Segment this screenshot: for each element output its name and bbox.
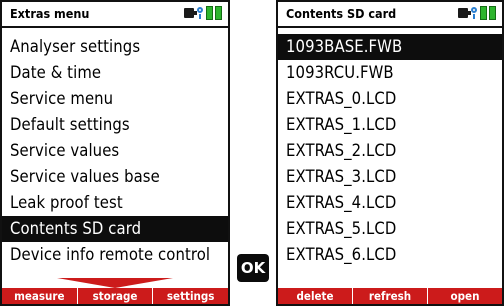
menu-list: Analyser settings Date & time Service me… [2,34,228,268]
battery-icon [215,6,222,20]
file-item-extras-5[interactable]: EXTRAS_5.LCD [278,216,502,242]
title-bar: Contents SD card [278,2,502,28]
file-item-extras-4[interactable]: EXTRAS_4.LCD [278,190,502,216]
status-icons [184,6,222,20]
softkey-measure[interactable]: measure [2,288,77,304]
ok-key[interactable]: OK [237,254,269,282]
softkey-delete[interactable]: delete [278,288,352,304]
softkey-refresh[interactable]: refresh [352,288,427,304]
menu-item-service-menu[interactable]: Service menu [2,86,228,112]
menu-item-service-values[interactable]: Service values [2,138,228,164]
softkey-notch [57,278,173,288]
power-plug-icon [184,8,197,18]
softkey-settings[interactable]: settings [152,288,228,304]
menu-item-default-settings[interactable]: Default settings [2,112,228,138]
file-item-1093base-fwb[interactable]: 1093BASE.FWB [278,34,502,60]
power-plug-icon [458,8,471,18]
title-bar: Extras menu [2,2,228,28]
status-icons [458,6,496,20]
menu-item-device-info-remote-control[interactable]: Device info remote control [2,242,228,268]
menu-item-contents-sd-card[interactable]: Contents SD card [2,216,228,242]
extras-menu-screen: Extras menu Analyser settings Date & tim… [0,0,230,306]
file-item-extras-3[interactable]: EXTRAS_3.LCD [278,164,502,190]
file-item-extras-0[interactable]: EXTRAS_0.LCD [278,86,502,112]
screen-title: Extras menu [10,6,90,21]
file-list: 1093BASE.FWB 1093RCU.FWB EXTRAS_0.LCD EX… [278,34,502,268]
menu-item-analyser-settings[interactable]: Analyser settings [2,34,228,60]
softkey-open[interactable]: open [427,288,502,304]
softkey-storage[interactable]: storage [76,288,153,304]
softkey-bar: measure storage settings [2,288,228,304]
file-item-extras-6[interactable]: EXTRAS_6.LCD [278,242,502,268]
wireless-icon [470,6,478,20]
file-item-1093rcu-fwb[interactable]: 1093RCU.FWB [278,60,502,86]
menu-item-leak-proof-test[interactable]: Leak proof test [2,190,228,216]
battery-icon [480,6,487,20]
contents-sd-card-screen: Contents SD card 1093BASE.FWB 1093RCU.FW… [276,0,504,306]
wireless-icon [196,6,204,20]
screen-title: Contents SD card [286,6,397,21]
menu-item-service-values-base[interactable]: Service values base [2,164,228,190]
file-item-extras-2[interactable]: EXTRAS_2.LCD [278,138,502,164]
battery-icon [489,6,496,20]
battery-icon [206,6,213,20]
menu-item-date-time[interactable]: Date & time [2,60,228,86]
softkey-bar: delete refresh open [278,288,502,304]
file-item-extras-1[interactable]: EXTRAS_1.LCD [278,112,502,138]
